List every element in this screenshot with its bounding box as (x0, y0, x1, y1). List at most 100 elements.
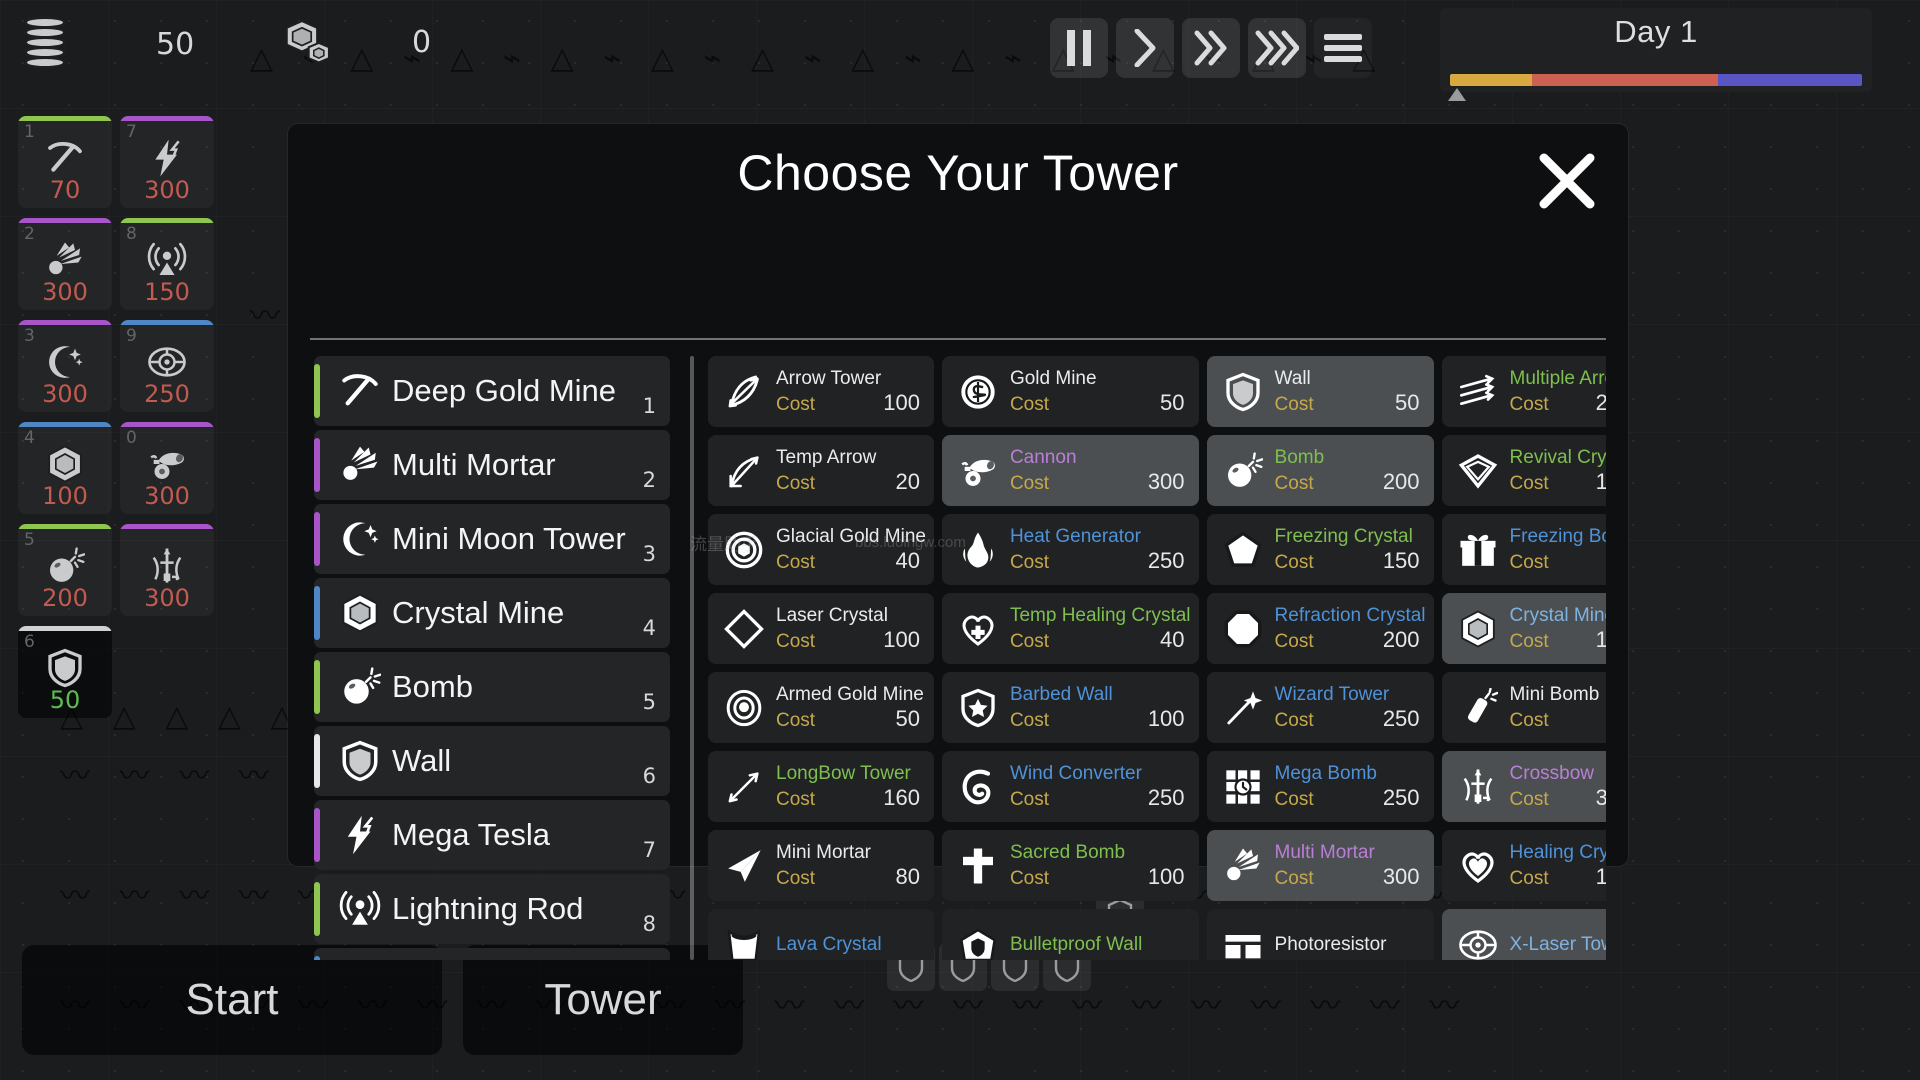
equipped-tower-name: Deep Gold Mine (392, 373, 617, 408)
close-icon[interactable] (1536, 150, 1598, 212)
catalog-tower-cell[interactable]: Crystal Mine Cost 100 (1441, 593, 1606, 664)
catalog-tower-cell[interactable]: Photoresistor (1206, 909, 1434, 960)
catalog-tower-cell[interactable]: Bomb Cost 200 (1206, 435, 1434, 506)
catalog-tower-cell[interactable]: Multiple Arrow Cost 200 (1441, 356, 1606, 427)
choose-tower-modal: Choose Your Tower Deep Gold Mine 1 Multi M… (288, 124, 1628, 960)
palette-cell[interactable]: 2 300 (18, 218, 112, 310)
play-button[interactable] (1116, 18, 1174, 78)
catalog-cost-value: 100 (883, 389, 920, 415)
equipped-tower-row[interactable]: Mini Moon Tower 3 (314, 504, 670, 574)
palette-accent (18, 116, 112, 121)
catalog-tower-cell[interactable]: Laser Crystal Cost 100 (708, 593, 934, 664)
palette-cell[interactable]: 7 300 (120, 116, 214, 208)
catalog-tower-cell[interactable]: Lava Crystal (708, 909, 934, 960)
equipped-tower-row[interactable]: X-Laser Tower9 (314, 948, 670, 960)
catalog-text: Cannon Cost 300 (1006, 446, 1191, 496)
palette-cell[interactable]: 8 150 (120, 218, 214, 310)
catalog-cost-row: Cost 200 (1275, 627, 1426, 654)
tower-catalog[interactable]: Arrow Tower Cost 100 Gold Mine Cost 50 Wall Cos… (708, 356, 1606, 960)
catalog-text: Temp Arrow Cost 20 (772, 446, 926, 496)
catalog-text: Glacial Gold Mine Cost 40 (772, 525, 926, 575)
catalog-tower-cell[interactable]: Mini Mortar Cost 80 (708, 830, 934, 901)
catalog-cost-row: Cost 300 (1275, 864, 1426, 891)
catalog-cost-value: 150 (1382, 547, 1420, 573)
palette-cell[interactable]: 9 250 (120, 320, 214, 412)
catalog-tower-cell[interactable]: X-Laser Tower (1441, 909, 1606, 960)
catalog-tower-name: Barbed Wall (1009, 683, 1113, 705)
catalog-tower-cell[interactable]: Cannon Cost 300 (941, 435, 1199, 506)
equipped-tower-row[interactable]: Wall 6 (314, 726, 670, 796)
catalog-tower-cell[interactable]: Bulletproof Wall (941, 909, 1199, 960)
catalog-tower-cell[interactable]: Glacial Gold Mine Cost 40 (708, 514, 934, 585)
catalog-tower-cell[interactable]: Wall Cost 50 (1206, 356, 1434, 427)
equipped-tower-hotkey: 6 (642, 764, 656, 788)
ultra-forward-button[interactable] (1248, 18, 1306, 78)
tower-palette: 1 70 7 300 2 300 8 150 3 300 9 250 4 100 0 300 5 200 300 6 5… (18, 116, 248, 728)
catalog-cost-label: Cost (1274, 709, 1314, 731)
catalog-cost-label: Cost (1274, 393, 1314, 415)
palette-cell[interactable]: 0 300 (120, 422, 214, 514)
equipped-tower-row[interactable]: Deep Gold Mine 1 (314, 356, 670, 426)
catalog-tower-cell[interactable]: Mega Bomb Cost 250 (1206, 751, 1434, 822)
equipped-tower-list[interactable]: Deep Gold Mine 1 Multi Mortar 2 Mini Moon To… (314, 356, 670, 960)
top-hud: 50 0 Day 1 (0, 0, 1920, 101)
catalog-cost-row: Cost70 (1510, 549, 1606, 575)
house-shield-icon (950, 925, 1006, 960)
catalog-cost-value: 200 (1595, 389, 1606, 415)
equipped-tower-row[interactable]: Multi Mortar 2 (314, 430, 670, 500)
catalog-tower-cell[interactable]: Sacred Bomb Cost 100 (941, 830, 1199, 901)
coin-dollar-icon (950, 372, 1006, 412)
palette-cell[interactable]: 5 200 (18, 524, 112, 616)
catalog-cost-value: 50 (1395, 389, 1420, 415)
palette-cell[interactable]: 6 50 (18, 626, 112, 718)
catalog-cost-row: Cost 160 (776, 785, 926, 812)
catalog-tower-cell[interactable]: Barbed Wall Cost 100 (941, 672, 1199, 743)
palette-cell[interactable]: 300 (120, 524, 214, 616)
equipped-tower-hotkey: 7 (642, 838, 656, 862)
catalog-tower-cell[interactable]: Armed Gold Mine Cost 50 (708, 672, 934, 743)
equipped-tower-row[interactable]: Crystal Mine 4 (314, 578, 670, 648)
catalog-cost-label: Cost (1509, 788, 1549, 810)
catalog-tower-cell[interactable]: Wind Converter Cost 250 (941, 751, 1199, 822)
catalog-text: Lava Crystal (772, 933, 926, 957)
palette-cell[interactable]: 4 100 (18, 422, 112, 514)
equipped-tower-row[interactable]: Lightning Rod 8 (314, 874, 670, 944)
bomb-icon (332, 666, 388, 708)
equipped-tower-name: Mini Moon Tower (392, 521, 626, 556)
speed-controls (1050, 18, 1372, 78)
catalog-tower-cell[interactable]: Crossbow Cost 300 (1441, 751, 1606, 822)
menu-button[interactable] (1314, 18, 1372, 78)
tower-accent (314, 512, 320, 566)
catalog-tower-cell[interactable]: Freezing Crystal Cost 150 (1206, 514, 1434, 585)
catalog-tower-cell[interactable]: LongBow Tower Cost 160 (708, 751, 934, 822)
catalog-tower-cell[interactable]: Arrow Tower Cost 100 (708, 356, 934, 427)
pause-button[interactable] (1050, 18, 1108, 78)
catalog-tower-cell[interactable]: Freezing BombCost70 (1441, 514, 1606, 585)
equipped-tower-hotkey: 4 (642, 616, 656, 640)
catalog-tower-cell[interactable]: Temp Arrow Cost 20 (708, 435, 934, 506)
catalog-tower-cell[interactable]: Healing Crystal Cost 150 (1441, 830, 1606, 901)
catalog-tower-cell[interactable]: Temp Healing Crystal Cost 40 (941, 593, 1199, 664)
catalog-cost-row: Cost 300 (1010, 468, 1191, 496)
catalog-tower-cell[interactable]: Wizard Tower Cost 250 (1206, 672, 1434, 743)
fast-forward-button[interactable] (1182, 18, 1240, 78)
catalog-tower-cell[interactable]: Gold Mine Cost 50 (941, 356, 1199, 427)
catalog-tower-cell[interactable]: Multi Mortar Cost 300 (1206, 830, 1434, 901)
catalog-cost-label: Cost (1009, 867, 1050, 889)
catalog-tower-name: Cannon (1009, 446, 1077, 468)
catalog-tower-cell[interactable]: Refraction Crystal Cost 200 (1206, 593, 1434, 664)
catalog-tower-cell[interactable]: Heat Generator Cost 250 (941, 514, 1199, 585)
catalog-tower-cell[interactable]: Revival Crystal Cost 150 (1441, 435, 1606, 506)
start-button[interactable]: Start (22, 945, 442, 1055)
palette-price: 300 (144, 482, 190, 510)
day-phase-track (1450, 74, 1862, 86)
catalog-tower-cell[interactable]: Mini BombCost0 (1441, 672, 1606, 743)
palette-accent (120, 524, 214, 529)
equipped-tower-hotkey: 5 (642, 690, 656, 714)
equipped-tower-row[interactable]: Mega Tesla 7 (314, 800, 670, 870)
palette-cell[interactable]: 1 70 (18, 116, 112, 208)
catalog-cost-value: 300 (1147, 468, 1185, 494)
tower-button[interactable]: Tower (463, 945, 743, 1055)
equipped-tower-row[interactable]: Bomb 5 (314, 652, 670, 722)
palette-cell[interactable]: 3 300 (18, 320, 112, 412)
